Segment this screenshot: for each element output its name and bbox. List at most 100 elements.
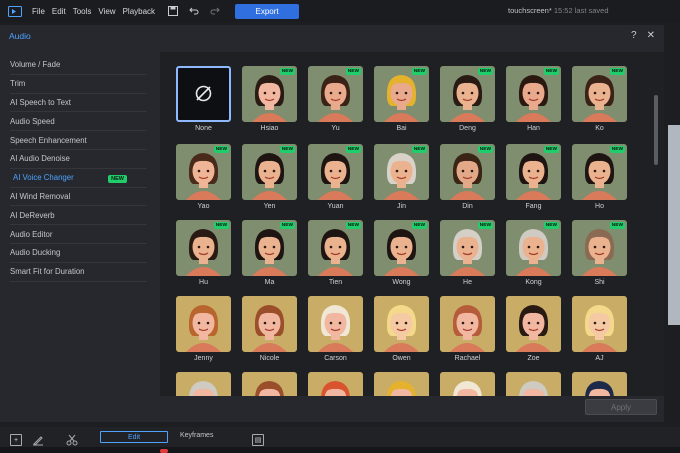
voice-name: Yao <box>197 203 210 210</box>
voice-item[interactable] <box>242 372 297 396</box>
voice-avatar <box>176 296 231 352</box>
voice-yao[interactable]: NEW Yao <box>176 144 231 210</box>
voice-name: Owen <box>392 355 411 362</box>
voice-item[interactable] <box>506 372 561 396</box>
voice-aj[interactable]: AJ <box>572 296 627 362</box>
menu-edit[interactable]: Edit <box>52 7 66 16</box>
sidebar-item-label: Trim <box>10 79 26 89</box>
voice-name: Fang <box>525 203 542 210</box>
voice-avatar: NEW <box>242 144 297 200</box>
voice-name: None <box>195 125 212 132</box>
app-logo-icon <box>8 5 22 17</box>
voice-avatar <box>572 372 627 396</box>
menu-playback[interactable]: Playback <box>123 7 155 16</box>
sidebar-item-audio-ducking[interactable]: Audio Ducking <box>10 244 147 263</box>
voice-none[interactable]: None <box>176 66 231 132</box>
voice-item[interactable] <box>572 372 627 396</box>
voice-he[interactable]: NEW He <box>440 220 495 286</box>
voice-item[interactable] <box>374 372 429 396</box>
sidebar-item-audio-speed[interactable]: Audio Speed <box>10 112 147 132</box>
sidebar-item-ai-voice-changer[interactable]: AI Voice Changer NEW <box>10 169 147 188</box>
close-icon[interactable]: ✕ <box>647 30 655 41</box>
voice-hsiao[interactable]: NEW Hsiao <box>242 66 297 132</box>
avatar-illustration <box>387 381 416 396</box>
new-badge: NEW <box>279 146 295 153</box>
sidebar-item-label: Speech Enhancement <box>10 135 87 145</box>
undo-icon[interactable] <box>188 5 200 17</box>
sidebar-item-ai-dereverb[interactable]: AI DeReverb <box>10 206 147 226</box>
voice-rachael[interactable]: Rachael <box>440 296 495 362</box>
audio-panel: Audio ? ✕ Volume / Fade Trim AI Speech to … <box>0 25 664 422</box>
new-badge: NEW <box>411 68 427 75</box>
voice-bai[interactable]: NEW Bai <box>374 66 429 132</box>
export-button[interactable]: Export <box>235 3 300 19</box>
audio-tools-sidebar: Volume / Fade Trim AI Speech to Text Audio … <box>0 56 160 422</box>
edit-tab[interactable]: Edit <box>100 431 168 443</box>
keyframes-tab[interactable]: Keyframes <box>180 432 213 439</box>
voice-han[interactable]: NEW Han <box>506 66 561 132</box>
menu-file[interactable]: File <box>32 7 45 16</box>
voice-avatar <box>440 372 495 396</box>
avatar-illustration <box>189 381 218 396</box>
voice-item[interactable] <box>308 372 363 396</box>
no-voice-thumbnail <box>176 66 231 122</box>
sidebar-item-ai-wind-removal[interactable]: AI Wind Removal <box>10 188 147 207</box>
voice-avatar: NEW <box>374 66 429 122</box>
voice-kong[interactable]: NEW Kong <box>506 220 561 286</box>
help-icon[interactable]: ? <box>631 30 637 41</box>
voice-grid-scrollbar[interactable] <box>654 95 658 165</box>
save-icon[interactable] <box>167 5 179 17</box>
voice-tien[interactable]: NEW Tien <box>308 220 363 286</box>
voice-wong[interactable]: NEW Wong <box>374 220 429 286</box>
voice-shi[interactable]: NEW Shi <box>572 220 627 286</box>
voice-item[interactable] <box>440 372 495 396</box>
voice-din[interactable]: NEW Din <box>440 144 495 210</box>
add-track-icon[interactable]: + <box>10 434 22 446</box>
new-badge: NEW <box>411 146 427 153</box>
voice-name: Yu <box>331 125 340 132</box>
voice-owen[interactable]: Owen <box>374 296 429 362</box>
voice-avatar: NEW <box>572 144 627 200</box>
sidebar-item-label: Audio Speed <box>10 116 55 126</box>
voice-avatar <box>374 372 429 396</box>
menu-view[interactable]: View <box>98 7 115 16</box>
menu-tools[interactable]: Tools <box>73 7 92 16</box>
voice-carson[interactable]: Carson <box>308 296 363 362</box>
voice-deng[interactable]: NEW Deng <box>440 66 495 132</box>
voice-name: Yen <box>263 203 276 210</box>
sidebar-item-trim[interactable]: Trim <box>10 75 147 94</box>
voice-yen[interactable]: NEW Yen <box>242 144 297 210</box>
voice-hu[interactable]: NEW Hu <box>176 220 231 286</box>
voice-avatar: NEW <box>176 220 231 276</box>
avatar-illustration <box>252 305 287 352</box>
voice-ho[interactable]: NEW Ho <box>572 144 627 210</box>
clip-icon[interactable]: ▤ <box>252 434 264 446</box>
preview-edge <box>668 125 680 325</box>
voice-item[interactable] <box>176 372 231 396</box>
voice-nicole[interactable]: Nicole <box>242 296 297 362</box>
sidebar-item-audio-editor[interactable]: Audio Editor <box>10 225 147 244</box>
voice-jenny[interactable]: Jenny <box>176 296 231 362</box>
sidebar-item-ai-audio-denoise[interactable]: AI Audio Denoise <box>10 150 147 169</box>
new-badge: NEW <box>345 68 361 75</box>
voice-name: Kong <box>525 279 542 286</box>
voice-ko[interactable]: NEW Ko <box>572 66 627 132</box>
voice-jin[interactable]: NEW Jin <box>374 144 429 210</box>
voice-fang[interactable]: NEW Fang <box>506 144 561 210</box>
sidebar-item-label: Audio Ducking <box>10 248 61 258</box>
new-badge: NEW <box>213 146 229 153</box>
voice-yuan[interactable]: NEW Yuan <box>308 144 363 210</box>
voice-avatar: NEW <box>374 220 429 276</box>
sidebar-item-ai-speech-to-text[interactable]: AI Speech to Text <box>10 94 147 113</box>
playhead-marker[interactable] <box>160 449 168 453</box>
apply-button[interactable]: Apply <box>585 399 657 415</box>
sidebar-item-smart-fit-for-duration[interactable]: Smart Fit for Duration <box>10 263 147 282</box>
sidebar-item-volume-fade[interactable]: Volume / Fade <box>10 56 147 75</box>
pen-icon[interactable] <box>32 434 44 446</box>
redo-icon[interactable] <box>209 5 221 17</box>
voice-ma[interactable]: NEW Ma <box>242 220 297 286</box>
voice-zoe[interactable]: Zoe <box>506 296 561 362</box>
voice-yu[interactable]: NEW Yu <box>308 66 363 132</box>
sidebar-item-speech-enhancement[interactable]: Speech Enhancement <box>10 131 147 150</box>
scissors-icon[interactable] <box>66 434 78 446</box>
